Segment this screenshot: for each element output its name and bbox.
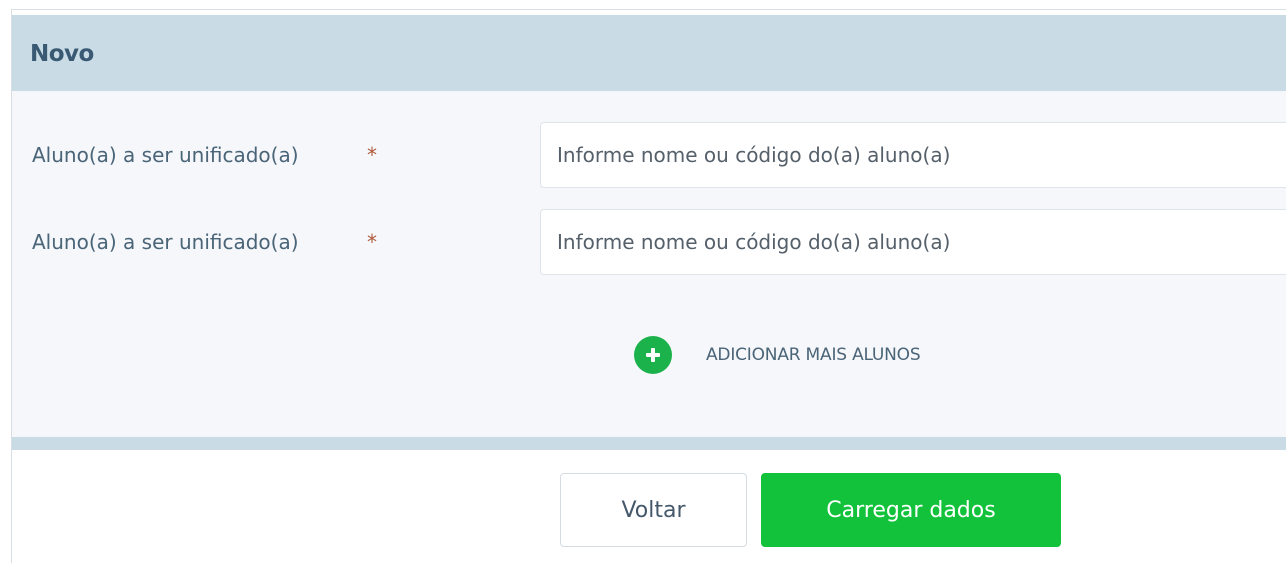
student-search-input-1[interactable] — [540, 122, 1286, 188]
student-field-row-2: Aluno(a) a ser unificado(a) * — [12, 209, 1286, 277]
student-field-label: Aluno(a) a ser unificado(a) — [32, 143, 299, 167]
required-asterisk: * — [367, 143, 377, 167]
back-button[interactable]: Voltar — [560, 473, 747, 547]
student-field-label: Aluno(a) a ser unificado(a) — [32, 230, 299, 254]
page: Novo Aluno(a) a ser unificado(a) * Aluno… — [0, 0, 1286, 563]
form-panel: Novo Aluno(a) a ser unificado(a) * Aluno… — [12, 15, 1286, 450]
panel-header: Novo — [12, 15, 1286, 91]
load-data-button[interactable]: Carregar dados — [761, 473, 1061, 547]
panel-footer-bar — [12, 437, 1286, 450]
plus-circle-icon[interactable] — [634, 336, 672, 374]
student-search-input-2[interactable] — [540, 209, 1286, 275]
panel-title: Novo — [30, 41, 94, 67]
top-border — [11, 9, 1286, 10]
add-more-students-button[interactable]: ADICIONAR MAIS ALUNOS — [634, 335, 921, 375]
student-field-row-1: Aluno(a) a ser unificado(a) * — [12, 122, 1286, 190]
required-asterisk: * — [367, 230, 377, 254]
add-more-students-label[interactable]: ADICIONAR MAIS ALUNOS — [706, 345, 921, 365]
